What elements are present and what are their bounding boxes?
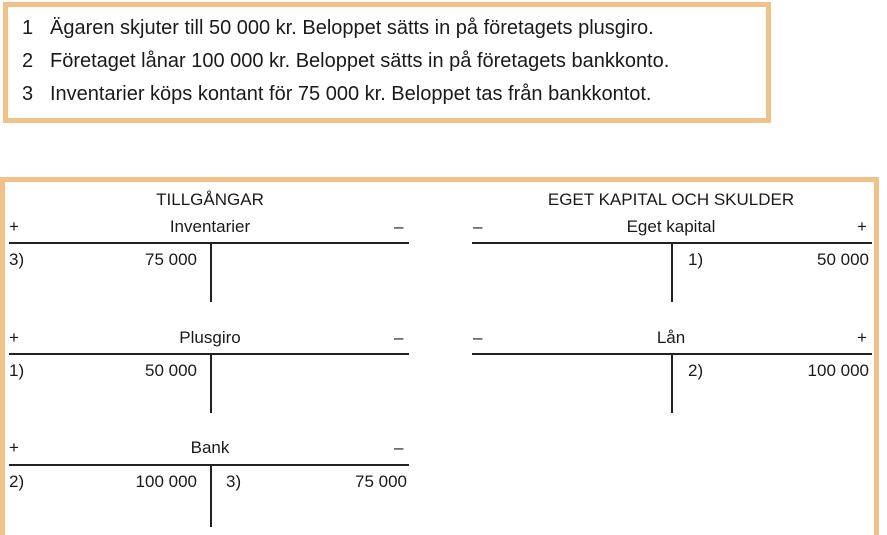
- credit-sign: +: [857, 217, 867, 236]
- t-account-top-line: [9, 242, 409, 244]
- statement-3: 3 Inventarier köps kontant för 75 000 kr.…: [22, 83, 651, 106]
- credit-sign: –: [394, 438, 404, 457]
- t-account-divider: [210, 243, 212, 302]
- account-name: Plusgiro: [179, 328, 241, 347]
- assets-heading: TILLGÅNGAR: [156, 190, 264, 209]
- debit-sign: +: [9, 438, 19, 457]
- entry-amount: 100 000: [135, 472, 197, 491]
- t-account-divider: [210, 354, 212, 413]
- statement-number: 2: [22, 50, 34, 72]
- statement-number: 3: [22, 83, 34, 105]
- debit-sign: +: [9, 217, 19, 236]
- transactions-box: 1 Ägaren skjuter till 50 000 kr. Beloppet…: [3, 2, 771, 123]
- t-account-top-line: [9, 464, 409, 466]
- debit-sign: –: [473, 328, 483, 347]
- credit-sign: +: [857, 328, 867, 347]
- debit-sign: +: [9, 328, 19, 347]
- entry-ref: 1): [688, 250, 704, 269]
- entry-amount: 50 000: [145, 361, 197, 380]
- statement-2: 2 Företaget lånar 100 000 kr. Beloppet sä…: [22, 50, 669, 73]
- entry-ref: 2): [9, 472, 25, 491]
- statement-text: Inventarier köps kontant för 75 000 kr. …: [50, 83, 652, 105]
- t-accounts-box: TILLGÅNGAR EGET KAPITAL OCH SKULDER + In…: [0, 177, 879, 535]
- entry-ref: 3): [9, 250, 25, 269]
- equity-liabilities-heading: EGET KAPITAL OCH SKULDER: [547, 190, 795, 209]
- t-account-divider: [210, 465, 212, 527]
- entry-amount: 50 000: [817, 250, 869, 269]
- t-account-top-line: [9, 353, 409, 355]
- statement-text: Företaget lånar 100 000 kr. Beloppet sät…: [50, 50, 670, 72]
- entry-ref: 1): [9, 361, 25, 380]
- entry-ref: 3): [226, 472, 242, 491]
- credit-sign: –: [394, 217, 404, 236]
- entry-amount: 75 000: [355, 472, 407, 491]
- account-name: Bank: [190, 438, 230, 457]
- credit-sign: –: [394, 328, 404, 347]
- entry-amount: 100 000: [807, 361, 869, 380]
- t-account-divider: [671, 243, 673, 302]
- entry-ref: 2): [688, 361, 704, 380]
- debit-sign: –: [473, 217, 483, 236]
- entry-amount: 75 000: [145, 250, 197, 269]
- account-name: Inventarier: [169, 217, 251, 236]
- statement-text: Ägaren skjuter till 50 000 kr. Beloppet …: [50, 17, 654, 39]
- statement-1: 1 Ägaren skjuter till 50 000 kr. Beloppet…: [22, 17, 654, 40]
- statement-number: 1: [22, 17, 34, 39]
- account-name: Eget kapital: [626, 217, 716, 236]
- account-name: Lån: [656, 328, 686, 347]
- t-account-divider: [671, 354, 673, 413]
